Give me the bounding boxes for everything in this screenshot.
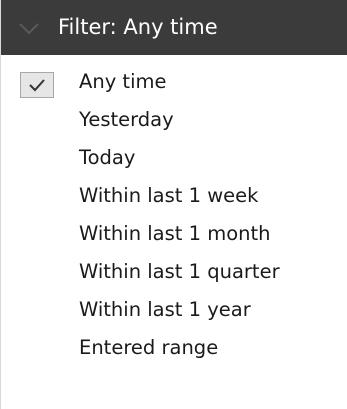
menu-item-entered-range[interactable]: Entered range <box>1 329 347 367</box>
menu-item-label: Entered range <box>79 336 219 359</box>
filter-header[interactable]: Filter: Any time <box>1 0 347 55</box>
menu-item-label: Within last 1 month <box>79 222 271 245</box>
menu-item-within-last-1-month[interactable]: Within last 1 month <box>1 215 347 253</box>
filter-dropdown-menu: Filter: Any time Any time Yesterday Toda… <box>0 0 347 409</box>
filter-title: Filter: Any time <box>58 15 218 39</box>
menu-item-label: Yesterday <box>79 108 174 131</box>
menu-item-today[interactable]: Today <box>1 139 347 177</box>
menu-item-within-last-1-year[interactable]: Within last 1 year <box>1 291 347 329</box>
menu-item-yesterday[interactable]: Yesterday <box>1 101 347 139</box>
menu-item-any-time[interactable]: Any time <box>1 63 347 101</box>
menu-item-label: Any time <box>79 70 167 93</box>
checkmark-icon <box>20 72 54 98</box>
menu-item-label: Within last 1 quarter <box>79 260 280 283</box>
menu-item-label: Within last 1 year <box>79 298 251 321</box>
menu-item-label: Today <box>79 146 136 169</box>
filter-options-list: Any time Yesterday Today Within last 1 w… <box>1 63 347 367</box>
menu-item-within-last-1-week[interactable]: Within last 1 week <box>1 177 347 215</box>
menu-item-within-last-1-quarter[interactable]: Within last 1 quarter <box>1 253 347 291</box>
menu-item-label: Within last 1 week <box>79 184 259 207</box>
chevron-down-icon[interactable] <box>17 17 41 39</box>
